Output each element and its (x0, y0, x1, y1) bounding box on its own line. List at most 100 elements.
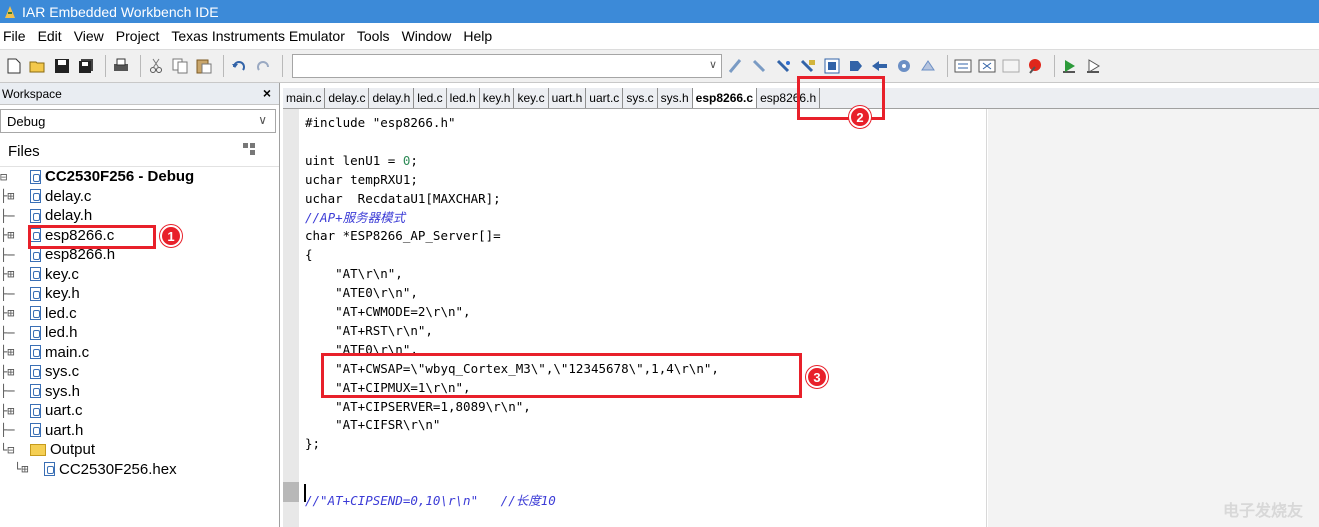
current-line-marker (283, 482, 299, 502)
code-line: #include "esp8266.h" (305, 115, 456, 130)
tree-expander-icon[interactable]: ├─ (0, 248, 30, 262)
tree-expander-icon[interactable]: ├─ (0, 209, 30, 223)
tree-expander-icon[interactable]: ├⊞ (0, 365, 30, 379)
tab-delay-h[interactable]: delay.h (369, 88, 415, 108)
menu-window[interactable]: Window (402, 28, 452, 44)
tab-key-c[interactable]: key.c (514, 88, 549, 108)
cut-icon[interactable] (146, 56, 166, 76)
tab-led-c[interactable]: led.c (414, 88, 447, 108)
tree-item-sys-h[interactable]: ├─ sys.h (0, 382, 279, 402)
tree-expander-icon[interactable]: ├─ (0, 423, 30, 437)
bookmark-icon[interactable] (822, 56, 842, 76)
chevron-down-icon[interactable]: ∨ (709, 58, 717, 71)
configuration-select[interactable]: Debug ∨ (0, 109, 276, 133)
tree-expander-icon[interactable]: ├⊞ (0, 404, 30, 418)
tab-sys-h[interactable]: sys.h (658, 88, 693, 108)
tab-delay-c[interactable]: delay.c (325, 88, 370, 108)
tab-esp8266-c[interactable]: esp8266.c (692, 88, 758, 108)
redo-icon[interactable] (253, 56, 273, 76)
debug-nodownload-icon[interactable] (977, 56, 997, 76)
browse-icon[interactable] (870, 56, 890, 76)
tree-item-uart-h[interactable]: ├─ uart.h (0, 421, 279, 441)
goto-icon[interactable] (846, 56, 866, 76)
tree-item-label: led.h (45, 324, 78, 342)
tree-expander-icon[interactable]: ├⊞ (0, 267, 30, 281)
project-icon (30, 169, 41, 184)
tree-item-main-c[interactable]: ├⊞ main.c (0, 343, 279, 363)
tree-expander-icon[interactable]: ├─ (0, 326, 30, 340)
tree-item-delay-h[interactable]: ├─ delay.h (0, 206, 279, 226)
menu-project[interactable]: Project (116, 28, 160, 44)
tree-item-key-c[interactable]: ├⊞ key.c (0, 265, 279, 285)
save-all-icon[interactable] (76, 56, 96, 76)
menu-file[interactable]: File (3, 28, 26, 44)
breakpoint-icon[interactable] (1025, 56, 1045, 76)
chevron-down-icon[interactable]: ∨ (258, 113, 267, 127)
undo-icon[interactable] (229, 56, 249, 76)
replace-icon[interactable] (798, 56, 818, 76)
code-editor[interactable]: #include "esp8266.h" uint lenU1 = 0; uchar… (299, 109, 987, 527)
find-next-icon[interactable] (774, 56, 794, 76)
tree-expander-icon[interactable]: ├⊞ (0, 306, 30, 320)
new-icon[interactable] (4, 56, 24, 76)
tree-item-key-h[interactable]: ├─ key.h (0, 284, 279, 304)
download-debug-icon[interactable] (1060, 56, 1080, 76)
close-icon[interactable]: × (263, 85, 271, 101)
annotation-badge-1: 1 (160, 225, 182, 247)
editor-empty-area: 电子发烧友 (988, 109, 1319, 527)
menu-ti-emulator[interactable]: Texas Instruments Emulator (171, 28, 345, 44)
tree-expander-icon[interactable]: ├⊞ (0, 345, 30, 359)
tree-item-led-h[interactable]: ├─ led.h (0, 323, 279, 343)
tree-item-sys-c[interactable]: ├⊞ sys.c (0, 362, 279, 382)
tab-uart-c[interactable]: uart.c (586, 88, 624, 108)
compile-icon[interactable] (894, 56, 914, 76)
tree-expander-icon[interactable]: ├⊞ (0, 189, 30, 203)
tree-item-led-c[interactable]: ├⊞ led.c (0, 304, 279, 324)
tab-main-c[interactable]: main.c (283, 88, 326, 108)
tab-led-h[interactable]: led.h (447, 88, 480, 108)
tab-sys-c[interactable]: sys.c (623, 88, 658, 108)
find-icon[interactable] (726, 56, 746, 76)
make-icon[interactable] (918, 56, 938, 76)
paste-icon[interactable] (194, 56, 214, 76)
tree-item-delay-c[interactable]: ├⊞ delay.c (0, 187, 279, 207)
toolbar-separator (282, 55, 283, 77)
code-line: "AT+CIPSERVER=1,8089\r\n", (305, 398, 531, 414)
tree-expander-icon[interactable]: ├─ (0, 287, 30, 301)
stop-icon[interactable] (953, 56, 973, 76)
tree-options-icon[interactable] (243, 143, 257, 158)
debug-without-download-icon[interactable] (1084, 56, 1104, 76)
menu-edit[interactable]: Edit (38, 28, 62, 44)
code-line: { (305, 247, 313, 263)
menu-tools[interactable]: Tools (357, 28, 390, 44)
tree-item-output[interactable]: └⊟ Output (0, 440, 279, 460)
copy-icon[interactable] (170, 56, 190, 76)
tab-uart-h[interactable]: uart.h (549, 88, 587, 108)
tree-expander-icon[interactable]: └⊟ (0, 443, 30, 457)
print-icon[interactable] (111, 56, 131, 76)
open-icon[interactable] (28, 56, 48, 76)
tree-expander-icon[interactable]: ├─ (0, 384, 30, 398)
tree-item-cc2530f256-hex[interactable]: └⊞ CC2530F256.hex (0, 460, 279, 480)
c-file-icon (30, 403, 41, 418)
tree-expander-icon[interactable]: ├⊞ (0, 228, 30, 242)
tree-item-uart-c[interactable]: ├⊞ uart.c (0, 401, 279, 421)
tree-item-label: uart.h (45, 421, 84, 439)
tree-expander-icon[interactable]: └⊞ (14, 462, 44, 476)
tree-item-label: key.h (45, 285, 80, 303)
find-prev-icon[interactable] (750, 56, 770, 76)
tree-item-cc2530f256-debug[interactable]: ⊟ CC2530F256 - Debug (0, 167, 279, 187)
tree-item-label: key.c (45, 265, 79, 283)
find-combo-box[interactable]: ∨ (292, 54, 722, 78)
save-icon[interactable] (52, 56, 72, 76)
code-line: //"AT+CIPSEND=0,10\r\n" //长度10 (305, 493, 556, 508)
disassembly-icon[interactable] (1001, 56, 1021, 76)
code-line: "AT+CWMODE=2\r\n", (305, 304, 471, 319)
menu-view[interactable]: View (74, 28, 104, 44)
toolbar-separator (947, 55, 948, 77)
menu-help[interactable]: Help (463, 28, 492, 44)
tab-key-h[interactable]: key.h (480, 88, 515, 108)
tree-expander-icon[interactable]: ⊟ (0, 170, 30, 184)
workspace-title: Workspace (2, 86, 62, 101)
watermark: 电子发烧友 (1222, 503, 1303, 520)
